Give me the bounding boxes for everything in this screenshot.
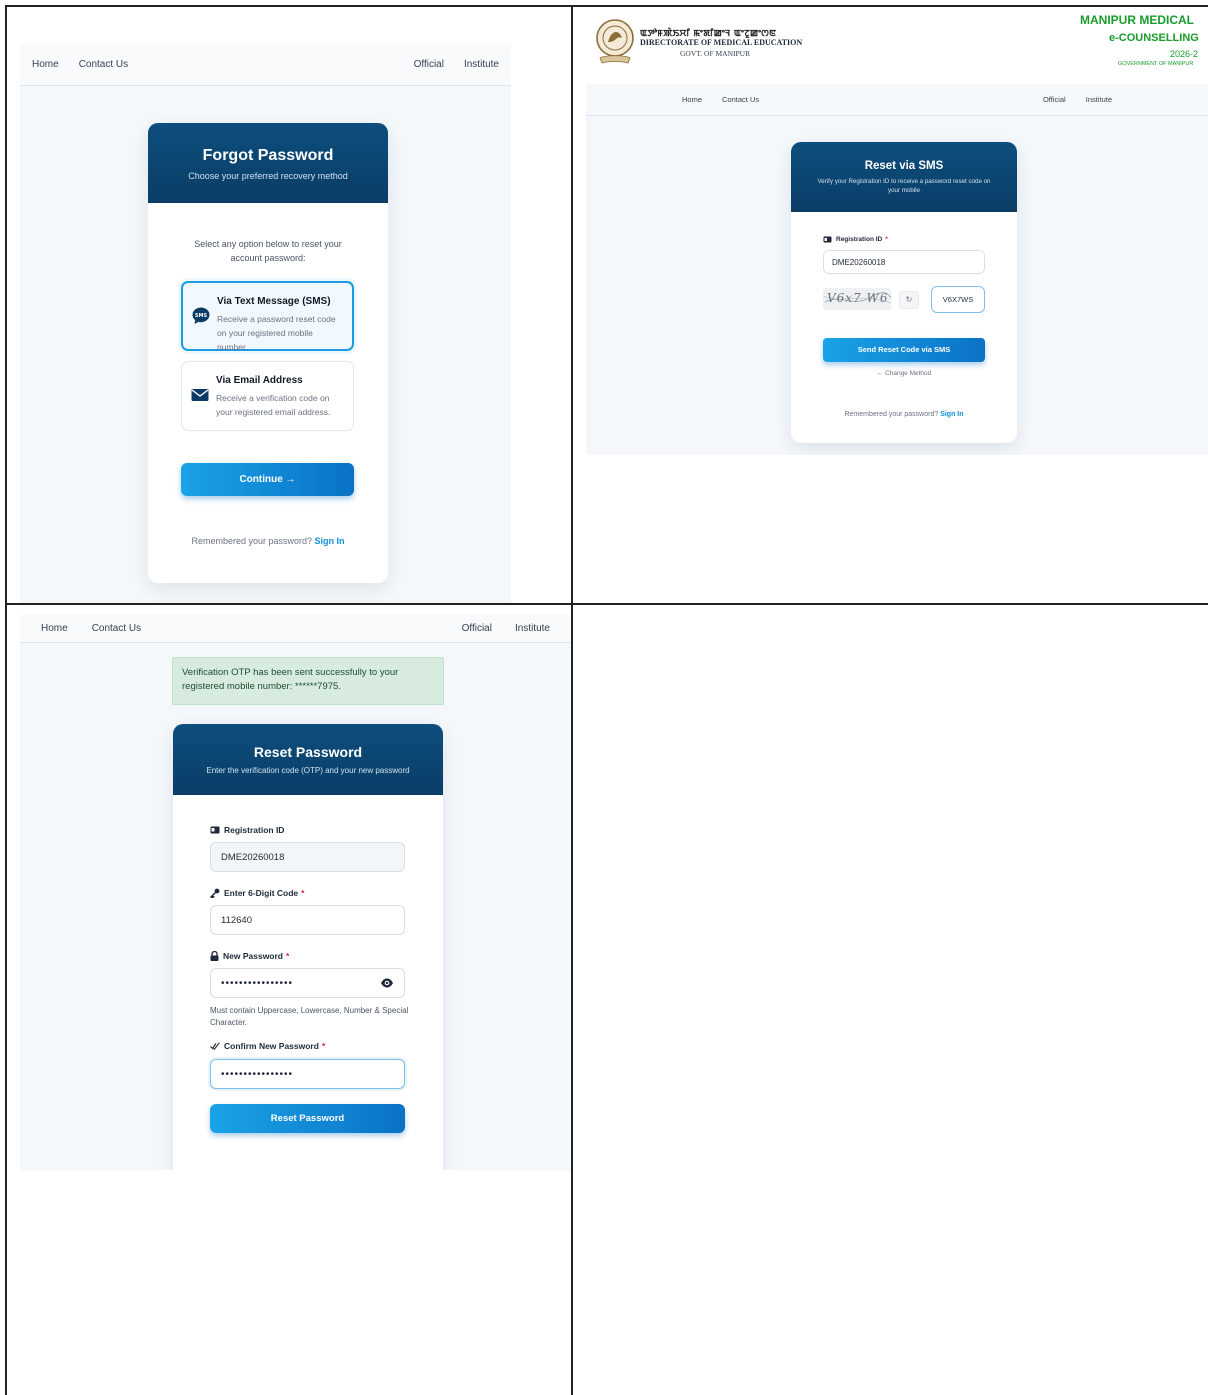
- table-divider-vertical: [571, 5, 573, 1395]
- nav-home-link[interactable]: Home: [41, 623, 68, 634]
- required-mark: *: [885, 236, 888, 243]
- site-header: ꯑꯇꯣꯝꯄꯥꯏꯆꯤ ꯃꯦꯗꯤꯀꯦꯜ ꯑꯦꯖꯨꯀꯦꯁꯟ DIRECTORATE O…: [586, 12, 1208, 84]
- top-nav: Home Contact Us Official Institute: [586, 84, 1208, 116]
- new-password-label: New Password *: [210, 951, 289, 961]
- option-email[interactable]: Via Email Address Receive a verification…: [181, 361, 354, 431]
- brand-govt: GOVERNMENT OF MANIPUR: [1118, 61, 1194, 67]
- refresh-icon: ↻: [905, 295, 913, 304]
- state-emblem-logo: [596, 19, 634, 64]
- required-mark: *: [301, 888, 305, 898]
- svg-text:SMS: SMS: [195, 313, 208, 319]
- top-nav: Home Contact Us Official Institute: [20, 43, 511, 86]
- reset-password-card: Reset Password Enter the verification co…: [173, 724, 443, 1170]
- nav-institute-link[interactable]: Institute: [464, 59, 499, 70]
- required-mark: *: [321, 1041, 326, 1051]
- top-nav: Home Contact Us Official Institute: [20, 614, 571, 643]
- forgot-password-card: Forgot Password Choose your preferred re…: [148, 123, 388, 583]
- reset-sms-card: Reset via SMS Verify your Registration I…: [791, 142, 1017, 443]
- card-subtitle: Verify your Registration ID to receive a…: [817, 178, 991, 194]
- registration-id-label: Registration ID: [210, 825, 284, 835]
- card-header: Reset Password Enter the verification co…: [173, 724, 443, 795]
- brand-year: 2026-2: [1170, 49, 1199, 59]
- intro-text: Select any option below to reset your ac…: [194, 239, 342, 263]
- sms-icon: SMS: [192, 307, 210, 324]
- confirm-password-value: ••••••••••••••••: [221, 1068, 294, 1080]
- nav-contact-link[interactable]: Contact Us: [722, 95, 759, 104]
- dme-department-title: DIRECTORATE OF MEDICAL EDUCATION: [640, 38, 803, 47]
- nav-home-link[interactable]: Home: [682, 95, 702, 104]
- captcha-text: V6x7 W6: [827, 291, 889, 305]
- registration-id-label: Registration ID *: [823, 236, 888, 243]
- option-email-title: Via Email Address: [216, 375, 303, 386]
- continue-button[interactable]: Continue →: [181, 463, 354, 496]
- card-title: Reset Password: [253, 744, 363, 760]
- reset-password-button[interactable]: Reset Password: [210, 1104, 405, 1133]
- key-icon: [210, 888, 220, 898]
- signin-link[interactable]: Sign In: [940, 411, 963, 418]
- registration-id-input[interactable]: DME20260018: [210, 842, 405, 872]
- dme-govt-title: GOVT. OF MANIPUR: [680, 49, 751, 58]
- id-card-icon: [210, 826, 220, 834]
- nav-contact-link[interactable]: Contact Us: [79, 59, 128, 70]
- screenshot-reset-password: Home Contact Us Official Institute Verif…: [20, 614, 571, 1170]
- new-password-input[interactable]: ••••••••••••••••: [210, 968, 405, 998]
- refresh-captcha-button[interactable]: ↻: [899, 291, 919, 309]
- option-sms-title: Via Text Message (SMS): [217, 296, 331, 307]
- brand-subtitle: e-COUNSELLING: [1109, 32, 1199, 44]
- signin-prompt: Remembered your password? Sign In: [791, 411, 1017, 418]
- captcha-input[interactable]: V6X7WS: [931, 286, 985, 313]
- table-divider-horizontal: [5, 603, 1208, 605]
- card-subtitle: Enter the verification code (OTP) and yo…: [206, 766, 410, 775]
- signin-prompt-text: Remembered your password?: [844, 411, 939, 418]
- signin-prompt-text: Remembered your password?: [191, 536, 313, 546]
- envelope-icon: [191, 389, 209, 401]
- otp-success-alert: Verification OTP has been sent successfu…: [172, 657, 444, 705]
- lock-icon: [210, 951, 219, 961]
- otp-code-label: Enter 6-Digit Code *: [210, 888, 304, 898]
- nav-official-link[interactable]: Official: [462, 623, 492, 634]
- send-reset-code-button[interactable]: Send Reset Code via SMS: [823, 338, 985, 362]
- screenshot-reset-via-sms: ꯑꯇꯣꯝꯄꯥꯏꯆꯤ ꯃꯦꯗꯤꯀꯦꯜ ꯑꯦꯖꯨꯀꯦꯁꯟ DIRECTORATE O…: [586, 12, 1208, 455]
- nav-official-link[interactable]: Official: [414, 59, 444, 70]
- id-card-icon: [823, 236, 832, 243]
- otp-code-label-text: Enter 6-Digit Code: [224, 888, 299, 898]
- eye-icon[interactable]: [380, 977, 394, 989]
- nav-official-link[interactable]: Official: [1043, 95, 1066, 104]
- screenshot-forgot-password: Home Contact Us Official Institute Forgo…: [20, 43, 511, 603]
- card-title: Forgot Password: [202, 147, 334, 164]
- change-method-link[interactable]: ← Change Method: [791, 370, 1017, 377]
- card-header: Reset via SMS Verify your Registration I…: [791, 142, 1017, 212]
- confirm-password-label: Confirm New Password *: [210, 1041, 325, 1051]
- card-header: Forgot Password Choose your preferred re…: [148, 123, 388, 203]
- nav-contact-link[interactable]: Contact Us: [92, 623, 141, 634]
- confirm-password-input[interactable]: ••••••••••••••••: [210, 1059, 405, 1089]
- option-sms[interactable]: SMS Via Text Message (SMS) Receive a pas…: [181, 281, 354, 352]
- registration-id-label-text: Registration ID: [224, 825, 285, 835]
- nav-institute-link[interactable]: Institute: [515, 623, 550, 634]
- otp-code-input[interactable]: 112640: [210, 905, 405, 935]
- password-hint: Must contain Uppercase, Lowercase, Numbe…: [210, 1006, 409, 1027]
- brand-title: MANIPUR MEDICAL: [1080, 13, 1194, 27]
- new-password-label-text: New Password: [223, 951, 283, 961]
- card-subtitle: Choose your preferred recovery method: [188, 171, 348, 181]
- card-title: Reset via SMS: [864, 160, 944, 172]
- nav-home-link[interactable]: Home: [32, 59, 59, 70]
- nav-institute-link[interactable]: Institute: [1086, 95, 1112, 104]
- required-mark: *: [286, 951, 290, 961]
- signin-prompt: Remembered your password? Sign In: [148, 536, 388, 546]
- option-sms-desc: Receive a password reset code on your re…: [217, 314, 336, 352]
- registration-id-input[interactable]: DME20260018: [823, 250, 985, 274]
- signin-link[interactable]: Sign In: [315, 536, 345, 546]
- captcha-image: V6x7 W6: [823, 288, 891, 310]
- option-email-desc: Receive a verification code on your regi…: [216, 393, 331, 417]
- registration-id-label-text: Registration ID: [836, 236, 883, 243]
- new-password-value: ••••••••••••••••: [221, 977, 294, 989]
- confirm-password-label-text: Confirm New Password: [224, 1041, 319, 1051]
- double-check-icon: [210, 1042, 220, 1050]
